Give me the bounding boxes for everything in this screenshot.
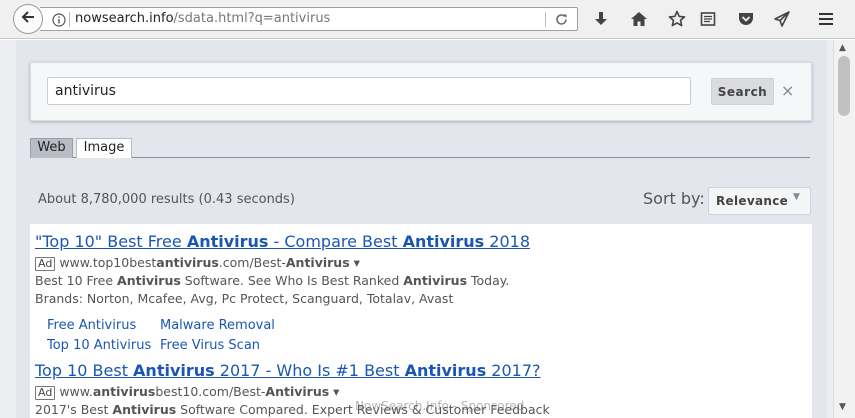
tab-web[interactable]: Web [30, 138, 73, 158]
info-icon[interactable] [52, 12, 66, 31]
result-url-line: Ad www.top10bestantivirus.com/Best-Antivi… [35, 254, 795, 272]
tab-image[interactable]: Image [76, 138, 132, 158]
back-button[interactable] [13, 4, 43, 34]
clear-icon[interactable]: × [781, 81, 794, 101]
search-page: Search × Web Image About 8,780,000 resul… [16, 40, 827, 418]
reload-icon[interactable] [554, 12, 569, 31]
search-button[interactable]: Search [711, 78, 774, 105]
url-text[interactable]: nowsearch.info/sdata.html?q=antivirus [75, 11, 330, 26]
scroll-thumb[interactable] [838, 56, 850, 116]
chevron-down-icon: ▼ [793, 192, 800, 202]
ad-badge: Ad [35, 386, 56, 400]
sort-dropdown[interactable]: Relevance ▼ [708, 187, 811, 215]
browser-toolbar: nowsearch.info/sdata.html?q=antivirus [0, 0, 855, 39]
result-url[interactable]: www.top10bestantivirus.com/Best-Antiviru… [59, 255, 360, 270]
results-list: "Top 10" Best Free Antivirus - Compare B… [30, 224, 812, 418]
pocket-icon[interactable] [736, 9, 756, 29]
reader-view-icon[interactable] [698, 9, 718, 29]
download-icon[interactable] [591, 9, 611, 29]
bookmark-star-icon[interactable] [667, 9, 687, 29]
ad-result: "Top 10" Best Free Antivirus - Compare B… [35, 232, 795, 353]
sitelink[interactable]: Top 10 Antivirus [47, 338, 151, 353]
scroll-down-icon[interactable]: ▼ [839, 402, 846, 412]
sitelink[interactable]: Free Virus Scan [160, 338, 260, 353]
sort-value: Relevance [716, 194, 789, 208]
scrollbar[interactable]: ▲ ▼ [833, 40, 855, 418]
url-separator [69, 12, 70, 27]
sitelink[interactable]: Free Antivirus [47, 318, 136, 333]
ad-badge: Ad [35, 257, 56, 271]
url-bar[interactable]: nowsearch.info/sdata.html?q=antivirus [40, 7, 578, 31]
page-content: Search × Web Image About 8,780,000 resul… [0, 40, 833, 418]
result-title[interactable]: Top 10 Best Antivirus 2017 - Who Is #1 B… [35, 361, 795, 381]
send-icon[interactable] [772, 9, 792, 29]
back-icon [20, 9, 36, 29]
url-path: /sdata.html?q=antivirus [173, 11, 331, 26]
results-count: About 8,780,000 results (0.43 seconds) [38, 192, 295, 207]
search-box: Search × [30, 62, 812, 121]
scroll-up-icon[interactable]: ▲ [839, 43, 846, 53]
result-tabs: Web Image [30, 138, 810, 158]
url-separator [545, 12, 546, 27]
result-url[interactable]: www.antivirusbest10.com/Best-Antivirus ▾ [59, 384, 339, 399]
home-icon[interactable] [629, 9, 649, 29]
sitelink[interactable]: Malware Removal [160, 318, 275, 333]
result-description: Best 10 Free Antivirus Software. See Who… [35, 273, 510, 288]
url-host: nowsearch.info [75, 11, 174, 26]
menu-icon[interactable] [816, 9, 836, 29]
result-title[interactable]: "Top 10" Best Free Antivirus - Compare B… [35, 232, 795, 252]
search-input[interactable] [47, 77, 691, 105]
watermark-text: NowSearch.Info - Sponsored [355, 399, 525, 413]
result-description: Brands: Norton, Mcafee, Avg, Pc Protect,… [35, 291, 454, 306]
sort-label: Sort by: [643, 189, 705, 208]
